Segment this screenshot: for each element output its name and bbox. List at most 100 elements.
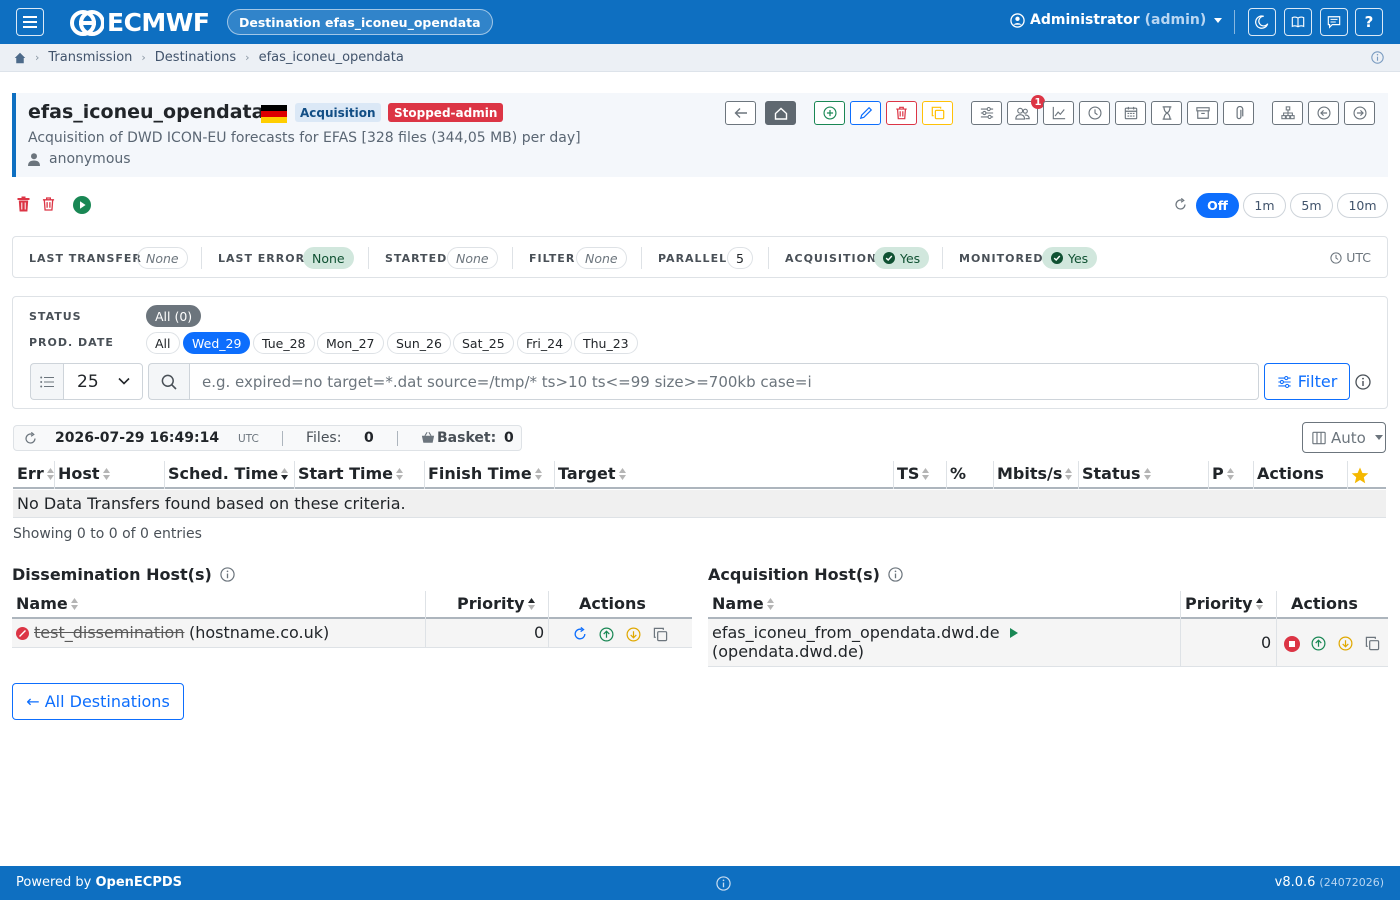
acquisition-value-text: Yes bbox=[900, 250, 921, 266]
history-button[interactable] bbox=[1079, 101, 1110, 125]
prod-date-label: PROD. DATE bbox=[29, 336, 114, 349]
messages-button[interactable] bbox=[1320, 8, 1348, 36]
date-filter-mon-27[interactable]: Mon_27 bbox=[317, 332, 384, 354]
copy-icon[interactable] bbox=[653, 627, 668, 642]
stop-circle-icon[interactable] bbox=[1284, 636, 1300, 652]
archive-button[interactable] bbox=[1187, 101, 1218, 125]
previous-button[interactable] bbox=[1308, 101, 1339, 125]
page-length-select[interactable]: 25 bbox=[63, 363, 143, 400]
date-filter-fri-24[interactable]: Fri_24 bbox=[517, 332, 573, 354]
info-icon[interactable] bbox=[220, 567, 235, 582]
sort-desc-icon bbox=[281, 467, 289, 480]
delete-button[interactable] bbox=[886, 101, 917, 125]
acquisition-title: Acquisition Host(s) bbox=[708, 565, 903, 584]
info-icon[interactable] bbox=[1371, 51, 1384, 64]
refresh-off-option[interactable]: Off bbox=[1196, 193, 1239, 218]
acq-col-name[interactable]: Name bbox=[712, 594, 774, 613]
calendar-button[interactable] bbox=[1115, 101, 1146, 125]
status-all-pill[interactable]: All (0) bbox=[146, 305, 202, 327]
column-divider bbox=[1276, 619, 1277, 667]
attachment-button[interactable] bbox=[1223, 101, 1254, 125]
help-button[interactable]: ? bbox=[1355, 8, 1383, 36]
trash-fill-icon[interactable] bbox=[17, 196, 30, 212]
refresh-icon[interactable] bbox=[573, 627, 587, 641]
duplicate-button[interactable] bbox=[922, 101, 953, 125]
date-filter-sat-25[interactable]: Sat_25 bbox=[453, 332, 514, 354]
col-priority[interactable]: P bbox=[1212, 464, 1234, 483]
col-start-time[interactable]: Start Time bbox=[298, 464, 403, 483]
date-filter-thu-23[interactable]: Thu_23 bbox=[574, 332, 638, 354]
ecmwf-logo[interactable]: ECMWF bbox=[70, 8, 210, 37]
arrow-down-circle-icon[interactable] bbox=[626, 627, 641, 642]
acq-col-priority[interactable]: Priority bbox=[1185, 594, 1263, 613]
date-filter-tue-28[interactable]: Tue_28 bbox=[253, 332, 315, 354]
info-icon[interactable] bbox=[716, 876, 731, 891]
refresh-icon[interactable] bbox=[24, 432, 37, 445]
menu-button[interactable] bbox=[16, 8, 44, 36]
arrow-down-circle-icon[interactable] bbox=[1338, 636, 1353, 651]
play-circle-icon[interactable] bbox=[73, 196, 91, 214]
dark-mode-button[interactable] bbox=[1248, 8, 1276, 36]
col-host[interactable]: Host bbox=[58, 464, 110, 483]
columns-dropdown[interactable]: Auto bbox=[1302, 422, 1386, 453]
acquisition-host-name[interactable]: efas_iconeu_from_opendata.dwd.de bbox=[712, 623, 1000, 642]
arrow-up-circle-icon[interactable] bbox=[1311, 636, 1326, 651]
chart-button[interactable] bbox=[1043, 101, 1074, 125]
add-button[interactable] bbox=[814, 101, 845, 125]
settings-button[interactable] bbox=[971, 101, 1002, 125]
info-icon[interactable] bbox=[888, 567, 903, 582]
copy-icon[interactable] bbox=[1365, 636, 1380, 651]
refresh-10m-option[interactable]: 10m bbox=[1337, 193, 1388, 218]
next-button[interactable] bbox=[1344, 101, 1375, 125]
product-link[interactable]: OpenECPDS bbox=[96, 875, 183, 890]
col-sched-time[interactable]: Sched. Time bbox=[168, 464, 289, 483]
date-filter-wed-29[interactable]: Wed_29 bbox=[183, 332, 251, 354]
refresh-1m-option[interactable]: 1m bbox=[1243, 193, 1286, 218]
date-filter-all[interactable]: All bbox=[146, 332, 180, 354]
home-icon[interactable] bbox=[14, 52, 26, 64]
col-mbits[interactable]: Mbits/s bbox=[997, 464, 1073, 483]
diss-col-priority[interactable]: Priority bbox=[457, 594, 535, 613]
files-label: Files: bbox=[306, 430, 342, 446]
arrow-left-icon bbox=[734, 108, 747, 118]
back-button[interactable] bbox=[725, 101, 756, 125]
documentation-button[interactable] bbox=[1284, 8, 1312, 36]
parallel-value: 5 bbox=[727, 247, 753, 269]
col-ts[interactable]: TS bbox=[897, 464, 930, 483]
filter-button[interactable]: Filter bbox=[1264, 363, 1350, 400]
users-button[interactable]: 1 bbox=[1007, 95, 1045, 125]
all-destinations-button[interactable]: ← All Destinations bbox=[12, 683, 184, 720]
dissemination-title: Dissemination Host(s) bbox=[12, 565, 235, 584]
trash-icon[interactable] bbox=[42, 196, 55, 212]
timer-button[interactable] bbox=[1151, 101, 1182, 125]
edit-button[interactable] bbox=[850, 101, 881, 125]
refresh-5m-option[interactable]: 5m bbox=[1290, 193, 1333, 218]
col-status[interactable]: Status bbox=[1082, 464, 1151, 483]
archive-icon bbox=[1195, 107, 1210, 119]
col-target[interactable]: Target bbox=[558, 464, 626, 483]
col-finish-time[interactable]: Finish Time bbox=[428, 464, 542, 483]
col-err[interactable]: Err bbox=[17, 464, 54, 483]
filter-value: None bbox=[576, 247, 627, 269]
arrow-up-circle-icon[interactable] bbox=[599, 627, 614, 642]
search-input[interactable] bbox=[189, 363, 1259, 400]
home-button[interactable] bbox=[765, 101, 796, 125]
user-menu[interactable]: Administrator (admin) bbox=[1010, 12, 1223, 28]
breadcrumb-destinations[interactable]: Destinations bbox=[155, 50, 236, 65]
destination-pill[interactable]: Destination efas_iconeu_opendata bbox=[227, 9, 493, 35]
dissemination-host-name[interactable]: test_dissemination bbox=[34, 623, 184, 642]
transfers-table-header: Err Host Sched. Time Start Time Finish T… bbox=[13, 461, 1386, 489]
column-divider bbox=[548, 591, 549, 619]
topology-button[interactable] bbox=[1272, 101, 1303, 125]
info-icon[interactable] bbox=[1355, 374, 1371, 390]
transfer-stats: 2026-07-29 16:49:14 UTC Files: 0 Basket:… bbox=[13, 425, 522, 451]
column-divider bbox=[548, 619, 549, 648]
date-filter-sun-26[interactable]: Sun_26 bbox=[387, 332, 451, 354]
col-percent: % bbox=[950, 464, 966, 483]
diss-col-name[interactable]: Name bbox=[16, 594, 78, 613]
star-icon[interactable] bbox=[1351, 467, 1369, 484]
sort-icon bbox=[70, 597, 78, 610]
destination-owner: anonymous bbox=[28, 151, 131, 167]
breadcrumb-transmission[interactable]: Transmission bbox=[48, 50, 132, 65]
chevron-right-icon: › bbox=[141, 51, 146, 64]
